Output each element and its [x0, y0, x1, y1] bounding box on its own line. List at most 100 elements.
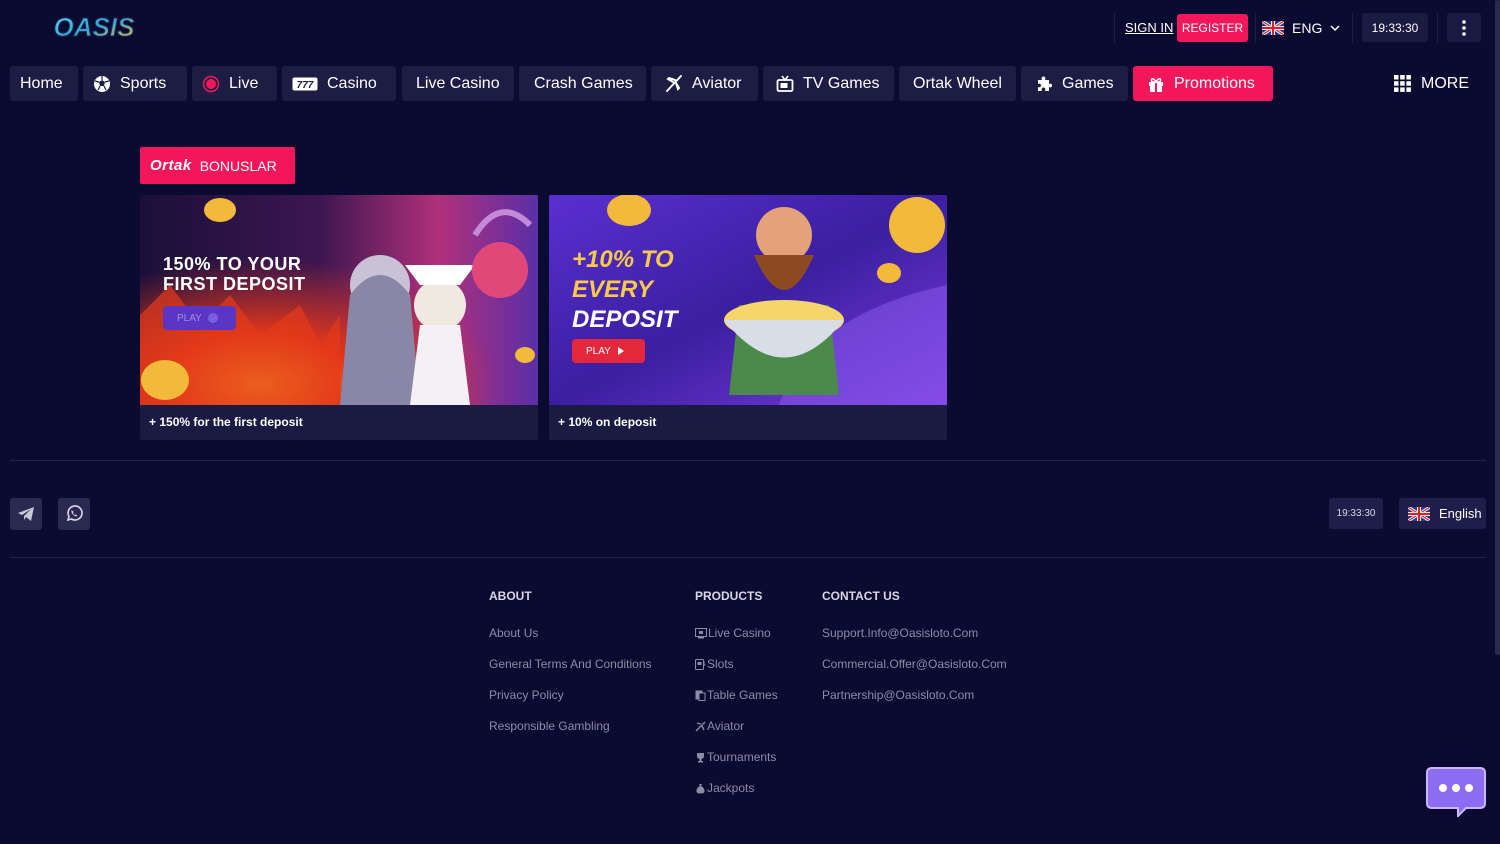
plane-icon [695, 721, 706, 731]
link-label: Slots [707, 657, 734, 671]
nav-aviator[interactable]: Aviator [651, 66, 758, 101]
tv-icon [776, 75, 794, 92]
bonus-tab[interactable]: Ortak BONUSLAR [140, 147, 295, 184]
table-games-icon [695, 690, 706, 701]
play-button[interactable]: PLAY [163, 306, 236, 330]
telegram-icon [18, 507, 34, 521]
play-icon [617, 347, 624, 355]
soccer-ball-icon [94, 75, 110, 92]
footer-link-live-casino[interactable]: Live Casino [695, 626, 771, 640]
footer-heading-about: ABOUT [489, 589, 532, 603]
whatsapp-button[interactable] [58, 498, 90, 530]
sign-in-link[interactable]: SIGN IN [1125, 20, 1173, 35]
footer-heading-products: PRODUCTS [695, 589, 763, 603]
promo-card-every-deposit[interactable]: +10% TO EVERY DEPOSIT PLAY + 10% on depo… [549, 195, 947, 440]
footer-link-commercial-email[interactable]: Commercial.Offer@Oasisloto.Com [822, 657, 1007, 671]
slot-777-icon: 777 [292, 77, 318, 91]
language-label: English [1439, 506, 1482, 521]
promo-card-first-deposit[interactable]: 150% TO YOUR FIRST DEPOSIT PLAY + 150% f… [140, 195, 538, 440]
promo-caption: + 150% for the first deposit [149, 415, 303, 429]
register-button[interactable]: REGISTER [1177, 14, 1248, 42]
chevron-down-icon [1330, 25, 1340, 32]
nav-label: Games [1062, 74, 1114, 92]
divider [1437, 13, 1438, 43]
divider [1255, 13, 1256, 43]
footer-heading-contact: CONTACT US [822, 589, 900, 603]
language-selector[interactable]: ENG [1262, 14, 1340, 42]
footer-link-aviator[interactable]: Aviator [695, 719, 744, 733]
nav-live[interactable]: Live [192, 66, 277, 101]
kebab-menu-icon[interactable] [1447, 13, 1481, 42]
footer-link-table-games[interactable]: Table Games [695, 688, 778, 702]
nav-home[interactable]: Home [10, 66, 78, 101]
footer-link-about-us[interactable]: About Us [489, 626, 538, 640]
money-bag-icon [696, 783, 705, 793]
nav-promotions[interactable]: Promotions [1133, 66, 1273, 101]
nav-label: Aviator [692, 74, 742, 92]
nav-casino[interactable]: 777 Casino [282, 66, 396, 101]
link-label: Tournaments [707, 750, 777, 764]
footer-link-privacy[interactable]: Privacy Policy [489, 688, 564, 702]
logo-text: OASIS [54, 12, 136, 42]
footer-link-tournaments[interactable]: Tournaments [695, 750, 776, 764]
nav-tv-games[interactable]: TV Games [763, 66, 894, 101]
language-selector[interactable]: English [1399, 498, 1486, 529]
link-label: Aviator [707, 719, 745, 733]
language-label: ENG [1292, 20, 1323, 36]
clock: 19:33:30 [1329, 498, 1383, 529]
nav-label: TV Games [803, 74, 880, 92]
nav-label: Promotions [1174, 74, 1255, 92]
promo-banner-image [140, 195, 538, 405]
nav-label: Ortak Wheel [913, 74, 1002, 92]
promo-caption: + 10% on deposit [558, 415, 657, 429]
footer-link-slots[interactable]: Slots [695, 657, 734, 671]
chat-bubble-icon[interactable] [1426, 767, 1486, 817]
slots-icon [695, 658, 706, 670]
nav-games[interactable]: Games [1021, 66, 1128, 101]
nav-crash-games[interactable]: Crash Games [519, 66, 646, 101]
nav-label: Crash Games [534, 74, 633, 92]
link-label: Table Games [707, 688, 778, 702]
nav-ortak-wheel[interactable]: Ortak Wheel [899, 66, 1016, 101]
banner-title: +10% TO EVERY DEPOSIT [572, 246, 678, 333]
divider [10, 460, 1486, 461]
nav-label: Sports [120, 74, 167, 92]
more-menu-button[interactable]: MORE [1394, 66, 1469, 101]
footer-link-partnership-email[interactable]: Partnership@Oasisloto.Com [822, 688, 974, 702]
gift-icon [1149, 77, 1163, 92]
uk-flag-icon [1408, 506, 1430, 521]
nav-label: Live [229, 74, 259, 92]
bonus-tab-label: BONUSLAR [199, 157, 277, 174]
play-icon [207, 313, 218, 323]
more-label: MORE [1421, 74, 1469, 92]
footer-link-jackpots[interactable]: Jackpots [695, 781, 754, 795]
clock: 19:33:30 [1362, 13, 1428, 42]
link-label: Jackpots [707, 781, 755, 795]
live-dot-icon [202, 75, 220, 92]
banner-title: 150% TO YOUR FIRST DEPOSIT [163, 254, 306, 294]
nav-label: Home [20, 74, 63, 92]
ortak-brand-logo: Ortak [150, 157, 192, 174]
nav-live-casino[interactable]: Live Casino [402, 66, 514, 101]
telegram-button[interactable] [10, 498, 42, 530]
nav-label: Casino [327, 74, 377, 92]
live-casino-icon [695, 627, 707, 638]
nav-sports[interactable]: Sports [83, 66, 187, 101]
divider [10, 557, 1486, 558]
play-button[interactable]: PLAY [572, 339, 645, 363]
trophy-icon [697, 752, 704, 762]
scrollbar[interactable] [1495, 0, 1500, 655]
plane-icon [666, 74, 682, 92]
footer-link-terms[interactable]: General Terms And Conditions [489, 657, 652, 671]
grid-icon [1394, 75, 1411, 92]
nav-label: Live Casino [416, 74, 500, 92]
link-label: Live Casino [708, 626, 771, 640]
puzzle-icon [1038, 76, 1052, 91]
oasis-logo[interactable]: OASIS [50, 8, 138, 46]
whatsapp-icon [66, 505, 83, 522]
footer-link-support-email[interactable]: Support.Info@Oasisloto.Com [822, 626, 978, 640]
uk-flag-icon [1262, 21, 1284, 35]
divider [1114, 13, 1115, 43]
footer-link-responsible-gambling[interactable]: Responsible Gambling [489, 719, 610, 733]
divider [1352, 13, 1353, 43]
